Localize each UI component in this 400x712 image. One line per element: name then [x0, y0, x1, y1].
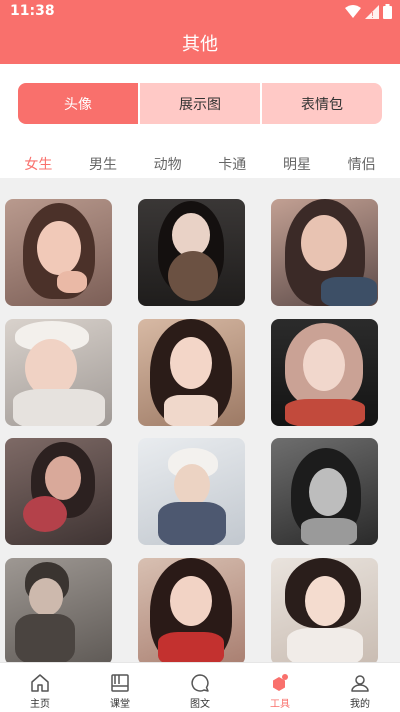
- status-bar: 11:38 !: [0, 0, 400, 24]
- segment-stickers[interactable]: 表情包: [260, 83, 382, 124]
- avatar-thumbnail[interactable]: [271, 199, 378, 306]
- svg-text:!: !: [371, 11, 374, 19]
- tab-home[interactable]: 主页: [0, 663, 80, 712]
- avatar-thumbnail[interactable]: [138, 558, 245, 662]
- avatar-thumbnail[interactable]: [271, 558, 378, 662]
- avatar-thumbnail[interactable]: [5, 438, 112, 545]
- chat-icon: [191, 674, 209, 692]
- category-tab-female[interactable]: 女生: [16, 150, 60, 178]
- category-tab-star[interactable]: 明星: [275, 150, 319, 178]
- category-tab-male[interactable]: 男生: [81, 150, 125, 178]
- avatar-thumbnail[interactable]: [138, 199, 245, 306]
- tab-me[interactable]: 我的: [320, 663, 400, 712]
- avatar-thumbnail[interactable]: [5, 558, 112, 662]
- segment-control: 头像 展示图 表情包: [18, 83, 382, 124]
- avatar-grid: [0, 178, 400, 662]
- tab-classroom[interactable]: 课堂: [80, 663, 160, 712]
- avatar-thumbnail[interactable]: [5, 199, 112, 306]
- category-tabs: 女生 男生 动物 卡通 明星 情侣: [0, 150, 400, 178]
- status-time: 11:38: [10, 3, 55, 19]
- category-tab-couple[interactable]: 情侣: [340, 150, 384, 178]
- avatar-thumbnail[interactable]: [271, 319, 378, 426]
- bottom-tab-bar: 主页 课堂 图文 工具 我的: [0, 662, 400, 712]
- classroom-icon: [111, 674, 129, 692]
- app-header: 11:38 ! 其他: [0, 0, 400, 64]
- avatar-thumbnail[interactable]: [138, 438, 245, 545]
- tab-classroom-label: 课堂: [110, 699, 130, 710]
- status-icons: !: [345, 4, 392, 19]
- avatar-thumbnail[interactable]: [271, 438, 378, 545]
- avatar-thumbnail[interactable]: [5, 319, 112, 426]
- tools-icon: [273, 674, 288, 691]
- segment-avatar[interactable]: 头像: [18, 83, 138, 124]
- tab-me-label: 我的: [350, 699, 370, 710]
- signal-icon: !: [365, 4, 379, 19]
- page-title: 其他: [182, 34, 218, 55]
- category-tab-animal[interactable]: 动物: [146, 150, 190, 178]
- tab-posts[interactable]: 图文: [160, 663, 240, 712]
- battery-icon: [383, 4, 392, 19]
- segment-showcase[interactable]: 展示图: [138, 83, 260, 124]
- home-icon: [31, 674, 49, 692]
- tab-home-label: 主页: [30, 699, 50, 710]
- tab-tools-label: 工具: [270, 699, 290, 710]
- wifi-icon: [345, 4, 361, 18]
- avatar-thumbnail[interactable]: [138, 319, 245, 426]
- user-icon: [351, 675, 369, 692]
- category-tab-cartoon[interactable]: 卡通: [210, 150, 254, 178]
- tab-tools[interactable]: 工具: [240, 663, 320, 712]
- tab-posts-label: 图文: [190, 699, 210, 710]
